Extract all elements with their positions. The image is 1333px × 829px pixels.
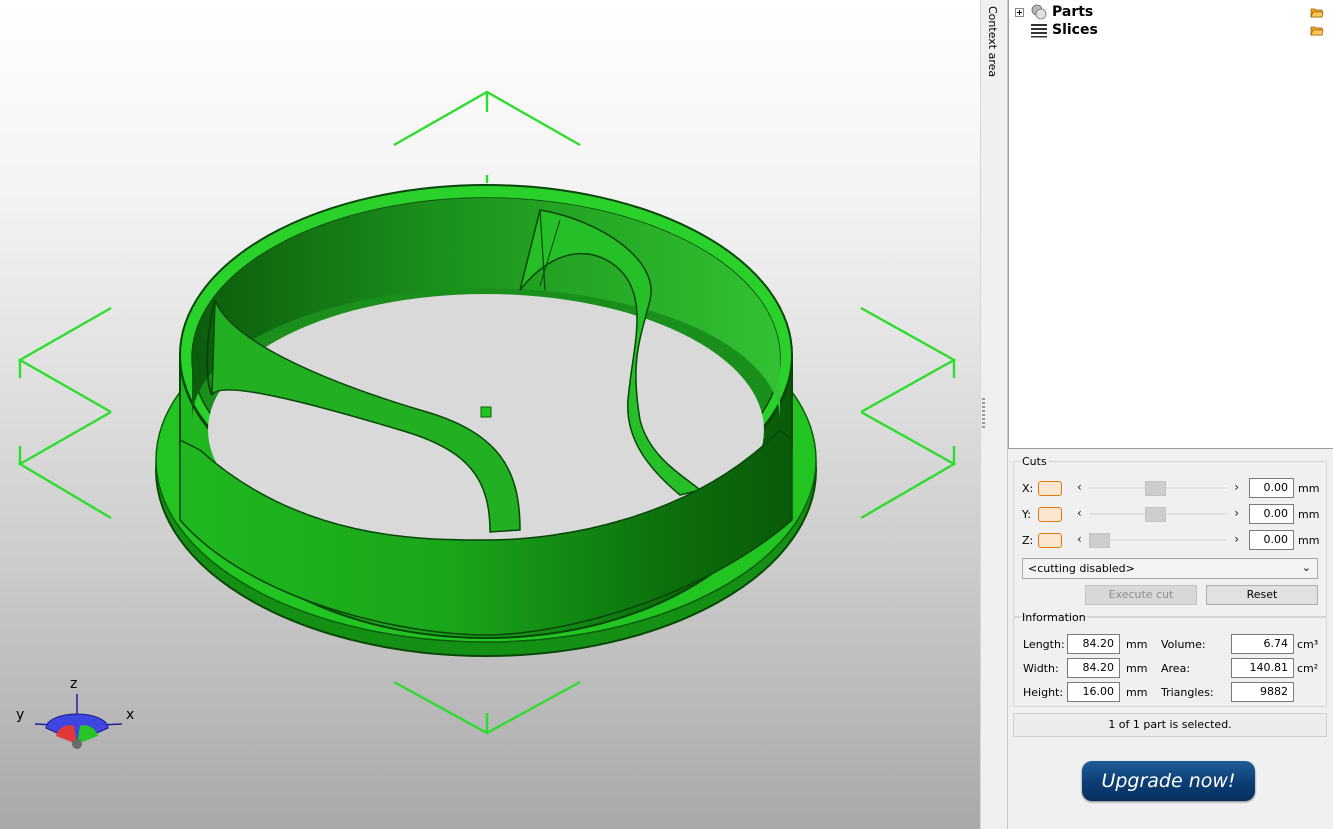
volume-field[interactable]: 6.74 — [1231, 634, 1294, 654]
object-tree[interactable]: Parts Slices — [1008, 0, 1333, 449]
cut-z-slider[interactable]: ‹ › — [1075, 532, 1241, 549]
splitter-grip[interactable] — [982, 398, 985, 428]
cut-x-toggle[interactable] — [1038, 481, 1062, 496]
tree-item-label: Slices — [1052, 22, 1098, 38]
slider-thumb[interactable] — [1145, 481, 1167, 496]
cut-x-unit: mm — [1298, 482, 1320, 495]
chevron-right-icon[interactable]: › — [1234, 506, 1239, 520]
slider-thumb[interactable] — [1145, 507, 1167, 522]
execute-cut-button[interactable]: Execute cut — [1085, 585, 1197, 605]
cut-y-input[interactable]: 0.00 — [1249, 504, 1294, 524]
axis-z-label: z — [70, 676, 78, 692]
tree-item-parts[interactable]: Parts — [1015, 3, 1330, 21]
cut-y-unit: mm — [1298, 508, 1320, 521]
area-field[interactable]: 140.81 — [1231, 658, 1294, 678]
chevron-down-icon: ⌄ — [1301, 561, 1311, 574]
cut-y-toggle[interactable] — [1038, 507, 1062, 522]
folder-icon[interactable] — [1310, 25, 1324, 36]
area-unit: cm² — [1297, 662, 1319, 675]
axis-gizmo — [34, 694, 123, 749]
length-label: Length: — [1023, 638, 1065, 651]
cut-y-slider[interactable]: ‹ › — [1075, 506, 1241, 523]
context-area-label: Context area — [986, 6, 999, 78]
selection-status: 1 of 1 part is selected. — [1013, 713, 1327, 737]
length-field[interactable]: 84.20 — [1067, 634, 1120, 654]
triangles-field[interactable]: 9882 — [1231, 682, 1294, 702]
upgrade-button[interactable]: Upgrade now! — [1082, 761, 1255, 801]
cut-x-label: X: — [1022, 482, 1034, 495]
height-unit: mm — [1126, 686, 1148, 699]
width-label: Width: — [1023, 662, 1059, 675]
cut-z-unit: mm — [1298, 534, 1320, 547]
volume-unit: cm³ — [1297, 638, 1319, 651]
chevron-right-icon[interactable]: › — [1234, 532, 1239, 546]
folder-icon[interactable] — [1310, 7, 1324, 18]
cut-mode-select[interactable]: <cutting disabled> ⌄ — [1022, 558, 1318, 579]
triangles-label: Triangles: — [1161, 686, 1214, 699]
context-area-tab[interactable]: Context area — [980, 0, 1008, 829]
area-label: Area: — [1161, 662, 1191, 675]
height-label: Height: — [1023, 686, 1064, 699]
3d-viewport[interactable]: z y x — [0, 0, 980, 829]
cut-z-input[interactable]: 0.00 — [1249, 530, 1294, 550]
model-scene[interactable] — [0, 0, 980, 829]
reset-button[interactable]: Reset — [1206, 585, 1318, 605]
cut-mode-value: <cutting disabled> — [1028, 562, 1135, 575]
spheres-icon — [1031, 4, 1047, 20]
length-unit: mm — [1126, 638, 1148, 651]
cut-z-label: Z: — [1022, 534, 1034, 547]
axis-y-label: y — [16, 707, 25, 723]
properties-panel: Cuts X: ‹ › 0.00 mm Y: ‹ › 0.00 mm Z: ‹ … — [1008, 449, 1333, 829]
width-unit: mm — [1126, 662, 1148, 675]
tree-item-slices[interactable]: Slices — [1015, 21, 1330, 39]
cut-x-input[interactable]: 0.00 — [1249, 478, 1294, 498]
cuts-legend: Cuts — [1022, 455, 1047, 468]
volume-label: Volume: — [1161, 638, 1206, 651]
expand-icon[interactable] — [1015, 7, 1024, 17]
cutter-model[interactable] — [155, 184, 817, 657]
cut-y-label: Y: — [1022, 508, 1031, 521]
slider-thumb[interactable] — [1089, 533, 1110, 548]
height-field[interactable]: 16.00 — [1067, 682, 1120, 702]
tree-item-label: Parts — [1052, 4, 1094, 20]
chevron-right-icon[interactable]: › — [1234, 480, 1239, 494]
cut-x-slider[interactable]: ‹ › — [1075, 480, 1241, 497]
axis-x-label: x — [126, 707, 135, 723]
width-field[interactable]: 84.20 — [1067, 658, 1120, 678]
chevron-left-icon[interactable]: ‹ — [1077, 480, 1082, 494]
information-legend: Information — [1022, 611, 1086, 624]
cut-z-toggle[interactable] — [1038, 533, 1062, 548]
chevron-left-icon[interactable]: ‹ — [1077, 532, 1082, 546]
layers-icon — [1031, 24, 1047, 38]
chevron-left-icon[interactable]: ‹ — [1077, 506, 1082, 520]
